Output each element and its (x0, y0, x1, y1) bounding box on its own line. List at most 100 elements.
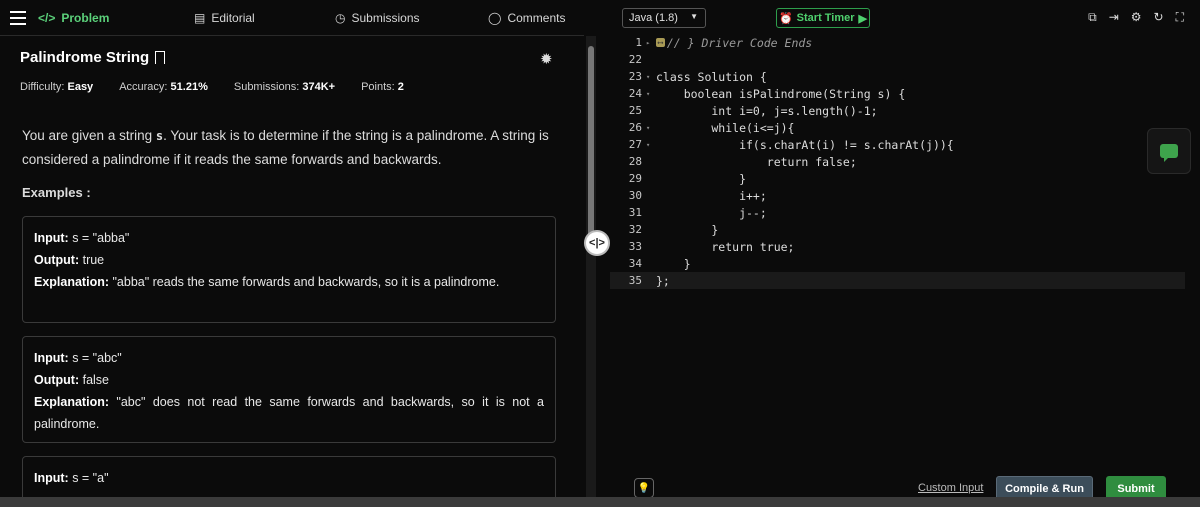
language-value: Java (1.8) (629, 12, 678, 24)
example-box: Input: s = "abba" Output: true Explanati… (22, 216, 556, 323)
menu-icon[interactable] (10, 11, 26, 25)
example-explanation: Explanation: "abc" does not read the sam… (34, 391, 544, 435)
code-line: 31 j--; (610, 204, 1185, 221)
reset-icon[interactable]: ↻ (1154, 10, 1164, 25)
scrollbar-thumb[interactable] (588, 46, 594, 246)
line-number: 25 (628, 104, 642, 117)
line-number: 34 (628, 257, 642, 270)
fold-icon[interactable]: ▾ (646, 73, 656, 81)
problem-meta: Difficulty: Easy Accuracy: 51.21% Submis… (20, 81, 430, 93)
problem-title: Palindrome String (20, 49, 150, 66)
code-text: if(s.charAt(i) != s.charAt(j)){ (656, 137, 954, 152)
fold-icon[interactable]: ▾ (646, 90, 656, 98)
fold-icon[interactable]: ▾ (646, 124, 656, 132)
code-editor[interactable]: 1 ▸ ⟷// } Driver Code Ends 22 23 ▾ class So… (610, 34, 1190, 474)
problem-scrollbar[interactable] (586, 36, 596, 507)
code-line: 33 return true; (610, 238, 1185, 255)
code-text: int i=0, j=s.length()-1; (656, 103, 878, 118)
code-text: i++; (656, 188, 767, 203)
chat-button[interactable] (1147, 128, 1191, 174)
start-timer-button[interactable]: ⏰ Start Timer ▶ (776, 8, 870, 28)
language-select[interactable]: Java (1.8) ▼ (622, 8, 706, 28)
horizontal-scrollbar[interactable] (0, 497, 1200, 507)
difficulty-label: Difficulty: (20, 81, 65, 93)
code-line: 30 i++; (610, 187, 1185, 204)
code-text: return true; (656, 239, 795, 254)
tab-comments-label: Comments (507, 11, 566, 25)
code-icon: </> (38, 11, 56, 25)
tab-editorial-label: Editorial (211, 11, 255, 25)
alarm-icon: ⏰ (778, 12, 793, 25)
problem-description: You are given a string s. Your task is t… (22, 124, 557, 171)
line-number: 22 (628, 53, 642, 66)
line-number: 32 (628, 223, 642, 236)
input-label: Input: (34, 351, 69, 365)
folded-marker-icon[interactable]: ⟷ (656, 38, 665, 47)
fold-icon[interactable]: ▸ (646, 39, 656, 47)
tab-submissions[interactable]: ◷ Submissions (335, 0, 420, 36)
tab-problem[interactable]: </> Problem (38, 0, 109, 36)
submissions-value: 374K+ (302, 81, 336, 93)
line-number: 30 (628, 189, 642, 202)
line-number: 27 (628, 138, 642, 151)
line-number: 33 (628, 240, 642, 253)
panel-resize-handle[interactable]: <|> (584, 230, 610, 256)
code-line: 23 ▾ class Solution { (610, 68, 1185, 85)
code-text: boolean isPalindrome(String s) { (656, 86, 906, 101)
problem-tabs-bar: </> Problem ▤ Editorial ◷ Submissions ◯ … (0, 0, 584, 36)
example-box: Input: s = "abc" Output: false Explanati… (22, 336, 556, 443)
bookmark-icon[interactable] (155, 51, 166, 69)
custom-input-link[interactable]: Custom Input (918, 482, 983, 494)
line-number: 28 (628, 155, 642, 168)
code-line: 1 ▸ ⟷// } Driver Code Ends (610, 34, 1185, 51)
input-label: Input: (34, 231, 69, 245)
tab-editorial[interactable]: ▤ Editorial (194, 0, 255, 36)
line-number: 35 (628, 274, 642, 287)
code-text: } (656, 256, 691, 271)
copy-icon[interactable]: ⧉ (1088, 10, 1097, 25)
line-number: 29 (628, 172, 642, 185)
input-value: s = "abc" (68, 351, 122, 365)
problem-title-row: Palindrome String (20, 49, 166, 69)
example-input: Input: s = "a" (34, 467, 544, 489)
hint-bulb-icon[interactable]: 💡 (634, 478, 654, 498)
output-label: Output: (34, 373, 80, 387)
tab-comments[interactable]: ◯ Comments (488, 0, 565, 36)
example-explanation: Explanation: "abba" reads the same forwa… (34, 271, 544, 293)
code-line: 24 ▾ boolean isPalindrome(String s) { (610, 85, 1185, 102)
line-number: 31 (628, 206, 642, 219)
output-label: Output: (34, 253, 80, 267)
play-icon: ▶ (858, 12, 868, 25)
examples-heading: Examples : (22, 185, 91, 200)
accuracy: Accuracy: 51.21% (119, 81, 208, 93)
editor-toolbar: ⧉ ⇥ ⚙ ↻ ⛶ (1088, 10, 1184, 25)
problem-panel: </> Problem ▤ Editorial ◷ Submissions ◯ … (0, 0, 584, 507)
code-line: 26 ▾ while(i<=j){ (610, 119, 1185, 136)
input-value: s = "abba" (68, 231, 130, 245)
desc-text-1: You are given a string (22, 128, 156, 143)
code-line: 25 int i=0, j=s.length()-1; (610, 102, 1185, 119)
document-icon: ▤ (194, 11, 206, 25)
difficulty: Difficulty: Easy (20, 81, 93, 93)
explanation-label: Explanation: (34, 395, 110, 409)
output-value: false (79, 373, 110, 387)
explanation-value: "abba" reads the same forwards and backw… (109, 275, 500, 289)
explanation-value: "abc" does not read the same forwards an… (34, 395, 544, 431)
line-number: 23 (628, 70, 642, 83)
bug-report-icon[interactable]: ✹ (540, 50, 553, 68)
settings-icon[interactable]: ⚙ (1131, 10, 1142, 25)
code-line: 32 } (610, 221, 1185, 238)
example-input: Input: s = "abc" (34, 347, 544, 369)
difficulty-value: Easy (67, 81, 94, 93)
tab-submissions-label: Submissions (351, 11, 420, 25)
chevron-down-icon: ▼ (690, 12, 698, 21)
line-number: 1 (635, 36, 642, 49)
fullscreen-icon[interactable]: ⛶ (1176, 10, 1184, 25)
code-line: 28 return false; (610, 153, 1185, 170)
input-label: Input: (34, 471, 69, 485)
submissions-label: Submissions: (233, 81, 300, 93)
explanation-label: Explanation: (34, 275, 110, 289)
export-icon[interactable]: ⇥ (1109, 10, 1119, 25)
fold-icon[interactable]: ▾ (646, 141, 656, 149)
app-root: </> Problem ▤ Editorial ◷ Submissions ◯ … (0, 0, 1200, 507)
